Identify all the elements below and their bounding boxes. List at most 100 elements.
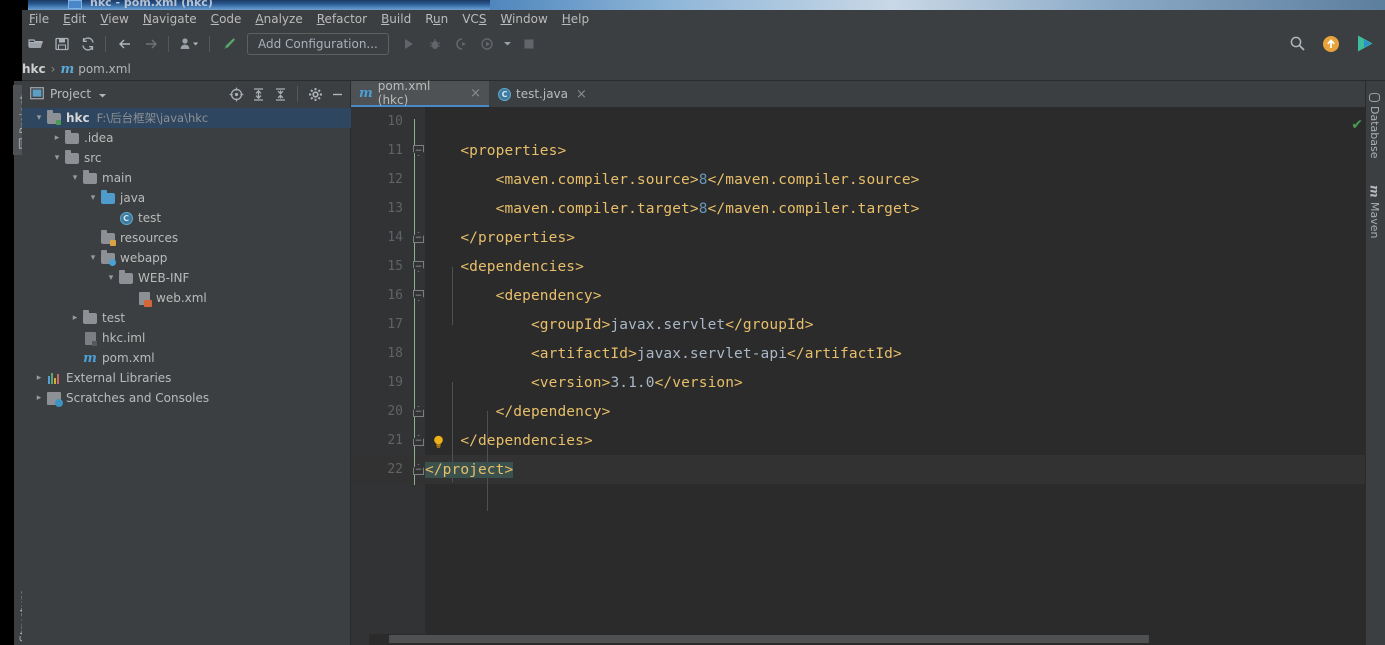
stop-icon[interactable] [517, 32, 541, 56]
menu-refactor[interactable]: Refactor [310, 10, 374, 29]
fold-marker[interactable]: − [413, 261, 424, 272]
editor-line-19: 19 <version>3.1.0</version> [351, 368, 1385, 397]
debug-icon[interactable] [423, 32, 447, 56]
line-content: </dependencies> [425, 432, 593, 449]
tree-row-scratches[interactable]: ▸ Scratches and Consoles [22, 388, 351, 408]
profiler-icon[interactable] [475, 32, 499, 56]
editor-tab-label-test-java: test.java [516, 87, 569, 101]
sidebar-item-database[interactable]: Database [1365, 87, 1384, 165]
chevron-collapsed-icon[interactable]: ▸ [32, 373, 46, 383]
tree-row-external-libraries[interactable]: ▸ External Libraries [22, 368, 351, 388]
open-folder-icon[interactable] [24, 32, 48, 56]
build-hammer-icon[interactable] [217, 32, 241, 56]
close-icon[interactable]: × [470, 86, 481, 101]
breadcrumb-separator: › [50, 62, 56, 76]
sidebar-item-maven[interactable]: m Maven [1365, 179, 1384, 241]
editor-line-17: 17 <groupId>javax.servlet</groupId> [351, 310, 1385, 339]
menu-run[interactable]: Run [418, 10, 455, 29]
code-editor[interactable]: 10 11 − <properties> 12 <maven.compiler.… [351, 107, 1385, 645]
chevron-expanded-icon[interactable]: ▾ [104, 273, 118, 283]
tree-row-pom-xml[interactable]: m pom.xml [22, 348, 351, 368]
chevron-expanded-icon[interactable]: ▾ [86, 253, 100, 263]
breadcrumb-file[interactable]: pom.xml [78, 62, 131, 76]
menu-window[interactable]: Window [493, 10, 554, 29]
tree-row-src[interactable]: ▾ src [22, 148, 351, 168]
settings-gear-icon[interactable] [305, 84, 325, 104]
line-number: 10 [387, 114, 403, 129]
fold-marker[interactable]: − [413, 145, 424, 156]
editor-line-10: 10 [351, 107, 1385, 136]
folder-icon [118, 269, 134, 286]
tree-row-java[interactable]: ▾ java [22, 188, 351, 208]
chevron-expanded-icon[interactable]: ▾ [68, 173, 82, 183]
chevron-expanded-icon[interactable]: ▾ [32, 113, 46, 123]
intellij-logo-icon[interactable] [1353, 32, 1377, 56]
fold-marker[interactable]: − [413, 290, 424, 301]
chevron-expanded-icon[interactable]: ▾ [50, 153, 64, 163]
tree-row-webxml[interactable]: web.xml [22, 288, 351, 308]
project-panel-title[interactable]: Project [50, 87, 91, 101]
line-content: <properties> [425, 142, 567, 159]
line-content: </properties> [425, 229, 576, 246]
breadcrumb-project[interactable]: hkc [22, 62, 46, 76]
tree-row-hkc[interactable]: ▾ hkc F:\后台框架\java\hkc [22, 108, 351, 128]
forward-arrow-icon[interactable] [139, 32, 163, 56]
chevron-down-icon[interactable] [98, 85, 107, 104]
menu-vcs[interactable]: VCS [455, 10, 493, 29]
tree-row-webinf[interactable]: ▾ WEB-INF [22, 268, 351, 288]
fold-marker[interactable]: − [413, 406, 424, 417]
maven-file-icon: m [359, 85, 373, 101]
run-icon[interactable] [397, 32, 421, 56]
tree-row-webapp[interactable]: ▾ webapp [22, 248, 351, 268]
menu-edit[interactable]: Edit [56, 10, 93, 29]
tree-row-test-class[interactable]: C test [22, 208, 351, 228]
fold-marker[interactable]: − [413, 232, 424, 243]
menu-view[interactable]: View [93, 10, 135, 29]
editor-line-11: 11 − <properties> [351, 136, 1385, 165]
tree-row-main[interactable]: ▾ main [22, 168, 351, 188]
editor-tab-bar: m pom.xml (hkc) × C test.java × [351, 79, 1385, 107]
tree-row-resources[interactable]: resources [22, 228, 351, 248]
sync-icon[interactable] [76, 32, 100, 56]
editor-tab-pom-xml[interactable]: m pom.xml (hkc) × [351, 79, 489, 107]
fold-marker[interactable]: − [413, 464, 424, 475]
save-icon[interactable] [50, 32, 74, 56]
chevron-expanded-icon[interactable]: ▾ [86, 193, 100, 203]
locate-icon[interactable] [226, 84, 246, 104]
run-configuration-selector[interactable]: Add Configuration... [247, 32, 389, 55]
inspection-ok-check[interactable]: ✔ [1351, 117, 1363, 133]
menu-code[interactable]: Code [204, 10, 249, 29]
chevron-collapsed-icon[interactable]: ▸ [50, 133, 64, 143]
left-tool-window-stripe: Project Structure Favorites [0, 81, 35, 645]
hide-panel-icon[interactable] [327, 84, 347, 104]
run-with-coverage-icon[interactable] [449, 32, 473, 56]
editor-tab-test-java[interactable]: C test.java × [490, 81, 590, 107]
tree-row-hkc-iml[interactable]: hkc.iml [22, 328, 351, 348]
collapse-all-icon[interactable] [270, 84, 290, 104]
chevron-collapsed-icon[interactable]: ▸ [68, 313, 82, 323]
close-icon[interactable]: × [576, 87, 587, 102]
tree-label-java: java [120, 191, 146, 205]
update-available-icon[interactable] [1319, 32, 1343, 56]
profiler-dropdown-icon[interactable] [501, 32, 515, 56]
menu-build[interactable]: Build [374, 10, 418, 29]
vcs-update-icon[interactable] [176, 32, 204, 56]
editor-horizontal-scrollbar[interactable] [369, 634, 1373, 645]
chevron-collapsed-icon[interactable]: ▸ [32, 393, 46, 403]
tree-row-test-folder[interactable]: ▸ test [22, 308, 351, 328]
menu-file[interactable]: File [22, 10, 56, 29]
editor-line-13: 13 <maven.compiler.target>8</maven.compi… [351, 194, 1385, 223]
tree-row-idea[interactable]: ▸ .idea [22, 128, 351, 148]
menu-navigate[interactable]: Navigate [136, 10, 204, 29]
expand-all-icon[interactable] [248, 84, 268, 104]
horizontal-scrollbar-thumb[interactable] [389, 635, 1149, 643]
menu-analyze[interactable]: Analyze [248, 10, 309, 29]
tree-label-idea: .idea [84, 131, 114, 145]
search-icon[interactable] [1285, 32, 1309, 56]
line-number: 14 [387, 230, 403, 245]
back-arrow-icon[interactable] [113, 32, 137, 56]
scratches-icon [46, 390, 63, 407]
fold-marker[interactable]: − [413, 435, 424, 446]
line-content: <dependencies> [425, 258, 584, 275]
menu-help[interactable]: Help [555, 10, 596, 29]
